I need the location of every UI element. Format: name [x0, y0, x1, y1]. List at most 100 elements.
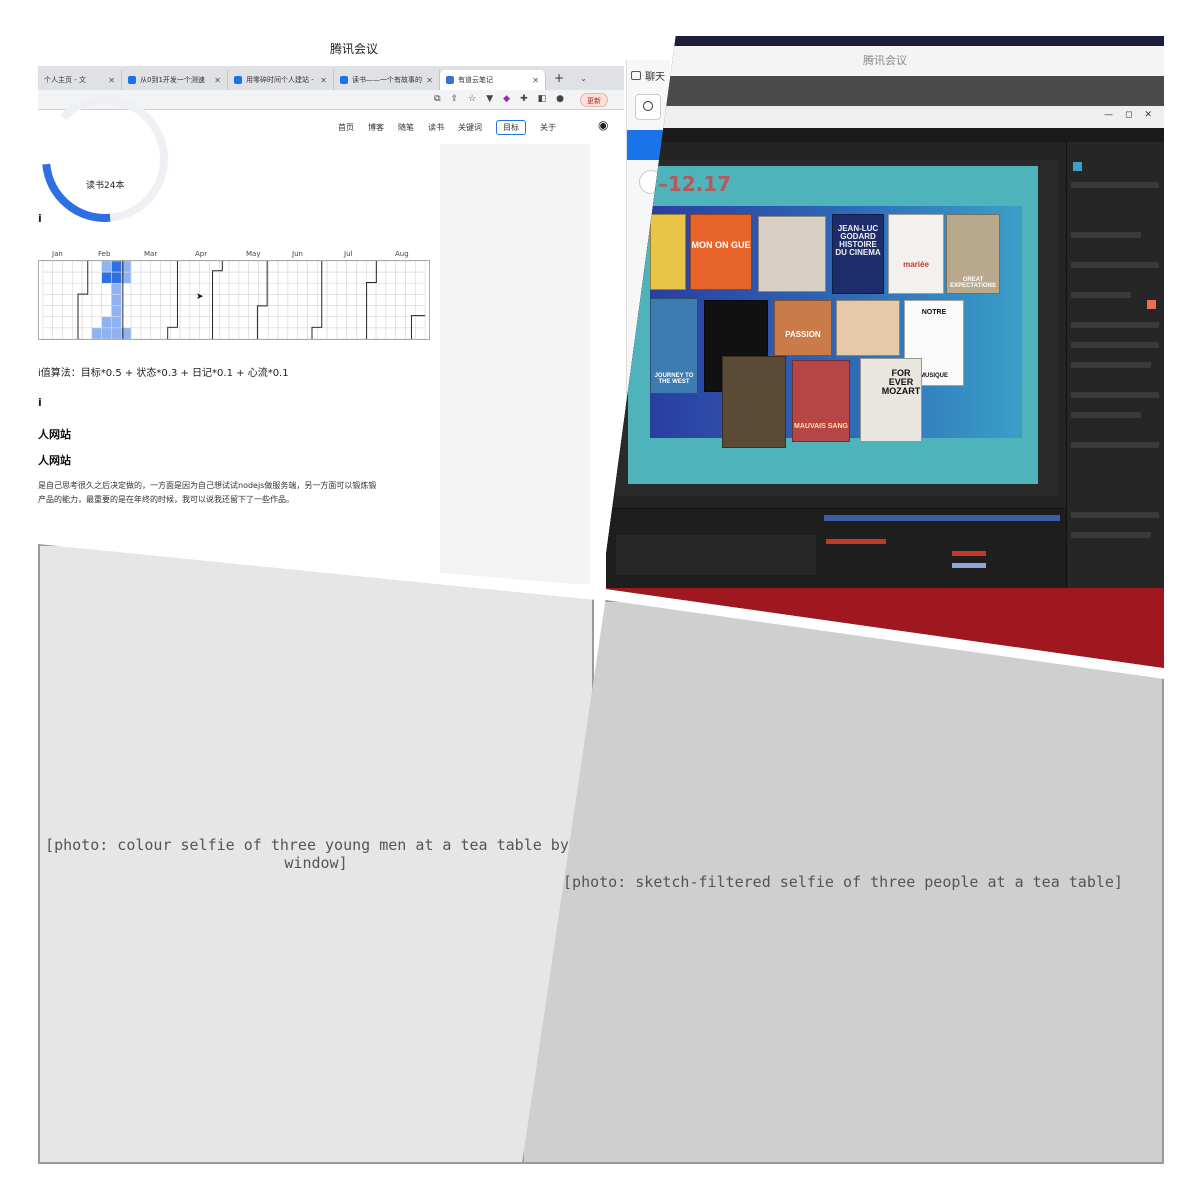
close-icon[interactable]: ✕	[1144, 110, 1152, 120]
heatmap-cell	[405, 261, 416, 273]
heatmap-cell	[395, 282, 406, 295]
update-button[interactable]: 更新	[580, 93, 608, 107]
heatmap-cell	[415, 316, 426, 329]
site-nav: 首页 博客 随笔 读书 关键词 目标 关于	[338, 120, 556, 135]
timeline-layer-bar[interactable]	[826, 539, 886, 544]
heatmap-cell	[228, 261, 240, 273]
tea-gathering-photo: [photo: colour selfie of three young men…	[38, 544, 594, 1164]
extension-icon[interactable]: ▼	[486, 94, 493, 104]
nav-item-about[interactable]: 关于	[540, 122, 556, 133]
heatmap-cell	[81, 316, 93, 329]
browser-tab[interactable]: 个人主页 - 文 ✕	[38, 70, 122, 90]
heatmap-cell	[101, 316, 112, 329]
profile-icon[interactable]: ●	[556, 94, 564, 104]
chevron-down-icon[interactable]: ⌄	[580, 74, 587, 83]
color-swatch[interactable]	[1147, 300, 1156, 309]
screen-share-video-editor: 腾讯会议 — ◻ ✕ 12–12.17 MON ON GUE JEAN-LUC …	[606, 36, 1164, 668]
translate-icon[interactable]: ⧉	[434, 94, 440, 104]
heatmap-cell	[179, 305, 191, 318]
close-icon[interactable]: ✕	[108, 76, 115, 85]
heatmap-cell	[385, 316, 396, 329]
heatmap-cell	[52, 282, 63, 295]
heatmap-cell	[268, 294, 279, 306]
sidebar-icon[interactable]: ◧	[538, 94, 547, 104]
nav-item-reading[interactable]: 读书	[428, 122, 444, 133]
browser-tab[interactable]: 从0到1开发一个测速 ✕	[122, 70, 228, 90]
heatmap-cell	[297, 327, 308, 339]
heatmap-cell	[179, 316, 191, 329]
heatmap-cell	[385, 282, 396, 295]
search-icon[interactable]	[635, 94, 661, 120]
chat-tab[interactable]: 聊天	[631, 68, 665, 83]
github-icon[interactable]: ◉	[598, 118, 608, 132]
close-icon[interactable]: ✕	[214, 76, 221, 85]
browser-tab-active[interactable]: 有道云笔记 ✕	[440, 70, 546, 90]
close-icon[interactable]: ✕	[532, 76, 539, 85]
heatmap-cell	[91, 327, 102, 339]
month-label: Feb	[98, 250, 111, 258]
heatmap-cell	[42, 294, 53, 306]
close-icon[interactable]: ✕	[426, 76, 433, 85]
tab-label: 读书——一个有故事的	[352, 76, 422, 84]
heatmap-cell	[62, 327, 73, 339]
heatmap-cell	[307, 282, 318, 295]
extension-icon[interactable]: ◆	[503, 94, 510, 104]
top-band	[606, 36, 1164, 46]
heatmap-cell	[336, 294, 347, 306]
browser-tab[interactable]: 用零碎时间个人建站 - ✕	[228, 70, 334, 90]
maximize-icon[interactable]: ◻	[1125, 110, 1132, 120]
sketch-filter-photo: [photo: sketch-filtered selfie of three …	[522, 600, 1164, 1164]
heatmap-cell	[150, 294, 161, 306]
heatmap-cell	[219, 327, 230, 339]
bookmark-star-icon[interactable]: ☆	[468, 94, 476, 104]
heatmap-cell	[297, 305, 308, 318]
heatmap-cell	[42, 305, 53, 318]
heatmap-cell	[140, 261, 151, 273]
timeline-layer-bar[interactable]	[952, 551, 986, 556]
heatmap-cell	[248, 282, 259, 295]
heatmap-cell	[297, 316, 308, 329]
heatmap-cell	[238, 282, 249, 295]
nav-item-keywords[interactable]: 关键词	[458, 122, 482, 133]
heatmap-cell	[375, 261, 387, 273]
nav-item-essays[interactable]: 随笔	[398, 122, 414, 133]
heatmap-cell	[395, 305, 406, 318]
heatmap-cell	[111, 294, 122, 306]
panel-row	[1071, 412, 1141, 418]
heatmap-cell	[199, 305, 210, 318]
timeline-layer-bar[interactable]	[952, 563, 986, 568]
heatmap-cell	[228, 327, 240, 339]
close-icon[interactable]: ✕	[320, 76, 327, 85]
heatmap-cell	[170, 271, 181, 284]
heatmap-cell	[415, 327, 426, 339]
heatmap-cell	[42, 261, 53, 273]
heatmap-cell	[336, 261, 347, 273]
nav-item-blog[interactable]: 博客	[368, 122, 384, 133]
new-tab-button[interactable]: +	[546, 71, 572, 85]
poster-title: MAUVAIS SANG	[794, 423, 848, 430]
heatmap-cell	[307, 294, 318, 306]
heatmap-cell	[179, 282, 191, 295]
heatmap-cell	[415, 294, 426, 306]
nav-item-home[interactable]: 首页	[338, 122, 354, 133]
poster-title: FOR EVER MOZART	[881, 368, 921, 396]
heatmap-cell	[268, 261, 279, 273]
heatmap-cell	[366, 282, 377, 295]
share-icon[interactable]: ⇪	[451, 94, 459, 104]
minimize-icon[interactable]: —	[1104, 110, 1113, 120]
nav-item-goals[interactable]: 目标	[496, 120, 526, 135]
month-label: Aug	[395, 250, 409, 258]
color-swatch[interactable]	[1073, 162, 1082, 171]
heatmap-cell	[209, 294, 220, 306]
tab-label: 用零碎时间个人建站 -	[246, 76, 314, 84]
heatmap-cell	[385, 305, 396, 318]
month-label: May	[246, 250, 261, 258]
timeline-panel	[606, 508, 1066, 588]
heatmap-cell	[209, 327, 220, 339]
heatmap-cell	[385, 271, 396, 284]
browser-tab[interactable]: 读书——一个有故事的 ✕	[334, 70, 440, 90]
movie-poster	[758, 216, 826, 292]
timeline-ruler	[824, 515, 1060, 521]
puzzle-icon[interactable]: ✚	[520, 94, 528, 104]
heatmap-cell	[62, 294, 73, 306]
